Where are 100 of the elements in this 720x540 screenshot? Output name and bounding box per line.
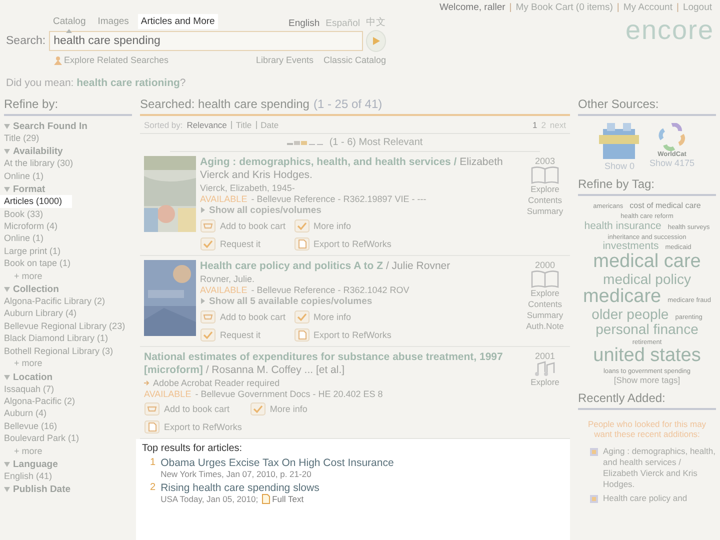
recent-item-link[interactable]: Health care policy and <box>603 493 688 504</box>
copies-link[interactable]: Show all 5 available copies/volumes <box>200 296 516 307</box>
side-link[interactable]: Explore <box>530 184 560 195</box>
search-field[interactable]: health care spending <box>48 31 363 51</box>
result-action[interactable]: Request it <box>200 237 286 251</box>
facet-item[interactable]: Black Diamond Library (1) <box>4 332 132 345</box>
more-link[interactable]: + more <box>14 357 132 370</box>
facet-item[interactable]: At the library (30) <box>4 157 132 170</box>
facet-heading[interactable]: Availability <box>4 146 132 158</box>
search-tab[interactable]: Articles and More <box>138 14 218 29</box>
result-action[interactable]: More info <box>294 310 392 324</box>
copies-link[interactable]: Show all copies/volumes <box>200 205 516 216</box>
side-link[interactable]: Summary <box>526 206 564 217</box>
result-title[interactable]: Aging : demographics, health, and health services / Elizabeth Vierck and Kris Hodges. <box>200 156 516 182</box>
note-text: Adobe Acrobat Reader required <box>153 378 280 388</box>
full-text-link[interactable]: Full Text <box>262 494 304 504</box>
more-link[interactable]: + more <box>14 270 132 282</box>
checkmark-icon <box>250 402 266 416</box>
side-link[interactable]: Contents <box>528 299 562 310</box>
sources-heading: Other Sources: <box>578 97 716 116</box>
header-link[interactable]: Library Events <box>256 55 314 65</box>
side-link[interactable]: Explore <box>530 377 560 388</box>
status-text: AVAILABLE <box>200 285 248 295</box>
facet-item[interactable]: Boulevard Park (1) <box>4 432 132 445</box>
more-link[interactable]: + more <box>14 444 132 457</box>
tag-link[interactable]: cost of medical care <box>630 202 701 210</box>
recent-item-link[interactable]: Aging : demographics, health, and health services / Elizabeth Vierck and Kris Hodges. <box>603 446 716 490</box>
year-text: 2003 <box>534 156 556 166</box>
facet-heading[interactable]: Language <box>4 458 132 470</box>
facet-heading[interactable]: Format <box>4 184 132 196</box>
result-action[interactable]: More info <box>294 219 392 233</box>
result-action[interactable]: Add to book cart <box>200 310 286 324</box>
result-action[interactable]: Add to book cart <box>200 219 286 233</box>
result-action[interactable]: Add to book cart <box>144 402 242 416</box>
facet-item[interactable]: Issaquah (7) <box>4 382 132 395</box>
tag-link[interactable]: united states <box>593 346 701 366</box>
side-link[interactable]: Summary <box>526 310 564 321</box>
sort-option[interactable]: Title <box>236 120 252 130</box>
tag-link[interactable]: health insurance <box>584 220 662 232</box>
facet-item[interactable]: English (41) <box>4 470 132 482</box>
checkmark-icon <box>200 328 216 342</box>
source-link[interactable]: Show 4175 <box>649 158 695 168</box>
result-action[interactable]: More info <box>250 402 308 416</box>
facet-heading[interactable]: Publish Date <box>4 484 132 496</box>
building-logo-icon <box>599 123 640 161</box>
facet-heading[interactable]: Location <box>4 372 132 382</box>
article-link[interactable]: Rising health care spending slows <box>160 482 320 494</box>
account-link[interactable]: Logout <box>682 2 712 13</box>
facet-heading[interactable]: Search Found In <box>4 121 132 132</box>
facet-item[interactable]: Bellevue Regional Library (23) <box>4 320 132 332</box>
facet-item[interactable]: Auburn (4) <box>4 407 132 420</box>
result-action[interactable]: Export to RefWorks <box>294 237 392 251</box>
facet-item[interactable]: Algona-Pacific Library (2) <box>4 295 132 308</box>
arrow-icon <box>144 380 150 386</box>
result-title[interactable]: National estimates of expenditures for substance abuse treatment, 1997 [microform] / Rosanna M. Coffey ... [et al.] <box>144 351 516 377</box>
tag-link[interactable]: medical policy <box>603 272 691 288</box>
language-link[interactable]: English <box>288 18 320 29</box>
source-link[interactable]: Show 0 <box>604 161 634 171</box>
facet-item[interactable]: Online (1) <box>4 232 132 245</box>
result-title[interactable]: Health care policy and politics A to Z / Julie Rovner <box>200 260 516 273</box>
more-tags-link[interactable]: [Show more tags] <box>578 376 716 386</box>
side-link[interactable]: Contents <box>528 195 562 206</box>
tag-link[interactable]: medical care <box>593 252 701 272</box>
sort-option[interactable]: Relevance <box>186 120 227 130</box>
result-action[interactable]: Export to RefWorks <box>144 420 242 434</box>
facet-item[interactable]: Book on tape (1) <box>4 257 132 270</box>
facet-item[interactable]: Bothell Regional Library (3) <box>4 344 132 358</box>
side-link[interactable]: Auth.Note <box>526 321 564 332</box>
article-link[interactable]: Obama Urges Excise Tax On High Cost Insurance <box>160 457 394 469</box>
tag-link[interactable]: personal finance <box>596 322 698 337</box>
account-link[interactable]: My Book Cart (0 items) <box>516 2 613 13</box>
facet-item[interactable]: Bellevue (16) <box>4 420 132 432</box>
facet-item[interactable]: Title (29) <box>4 132 132 144</box>
facet-item[interactable]: Book (33) <box>4 208 132 220</box>
side-link[interactable]: Explore <box>530 288 560 299</box>
suggestion-link[interactable]: health care rationing <box>76 77 180 89</box>
tag-link[interactable]: older people <box>592 307 669 322</box>
search-tab[interactable]: Images <box>94 14 132 29</box>
search-button[interactable] <box>366 30 386 52</box>
result-action[interactable]: Request it <box>200 328 286 342</box>
header-link[interactable]: Classic Catalog <box>323 55 386 65</box>
account-link[interactable]: My Account <box>623 2 672 13</box>
language-link[interactable]: Español <box>326 18 360 29</box>
language-link[interactable]: 中文 <box>366 16 386 29</box>
page-link[interactable]: 1 <box>532 120 538 130</box>
facet-item[interactable]: Articles (1000) <box>0 195 72 208</box>
sort-option[interactable]: Date <box>260 120 279 130</box>
facet-item[interactable]: Online (1) <box>4 170 132 182</box>
facet-item[interactable]: Auburn Library (4) <box>4 307 132 320</box>
explore-link[interactable]: Explore Related Searches <box>54 55 169 65</box>
result-action[interactable]: Export to RefWorks <box>294 328 392 342</box>
facet-item[interactable]: Large print (1) <box>4 244 132 258</box>
separator: | <box>509 2 512 13</box>
facet-heading[interactable]: Collection <box>4 284 132 296</box>
separator: | <box>676 2 679 13</box>
facet-item[interactable]: Microform (4) <box>4 220 132 232</box>
tag-link[interactable]: medicare <box>582 287 662 308</box>
facet-item[interactable]: Algona-Pacific (2) <box>4 394 132 408</box>
tag-link[interactable]: investments <box>602 241 659 252</box>
suggestion-text: Did you mean: health care rationing? <box>5 76 187 91</box>
